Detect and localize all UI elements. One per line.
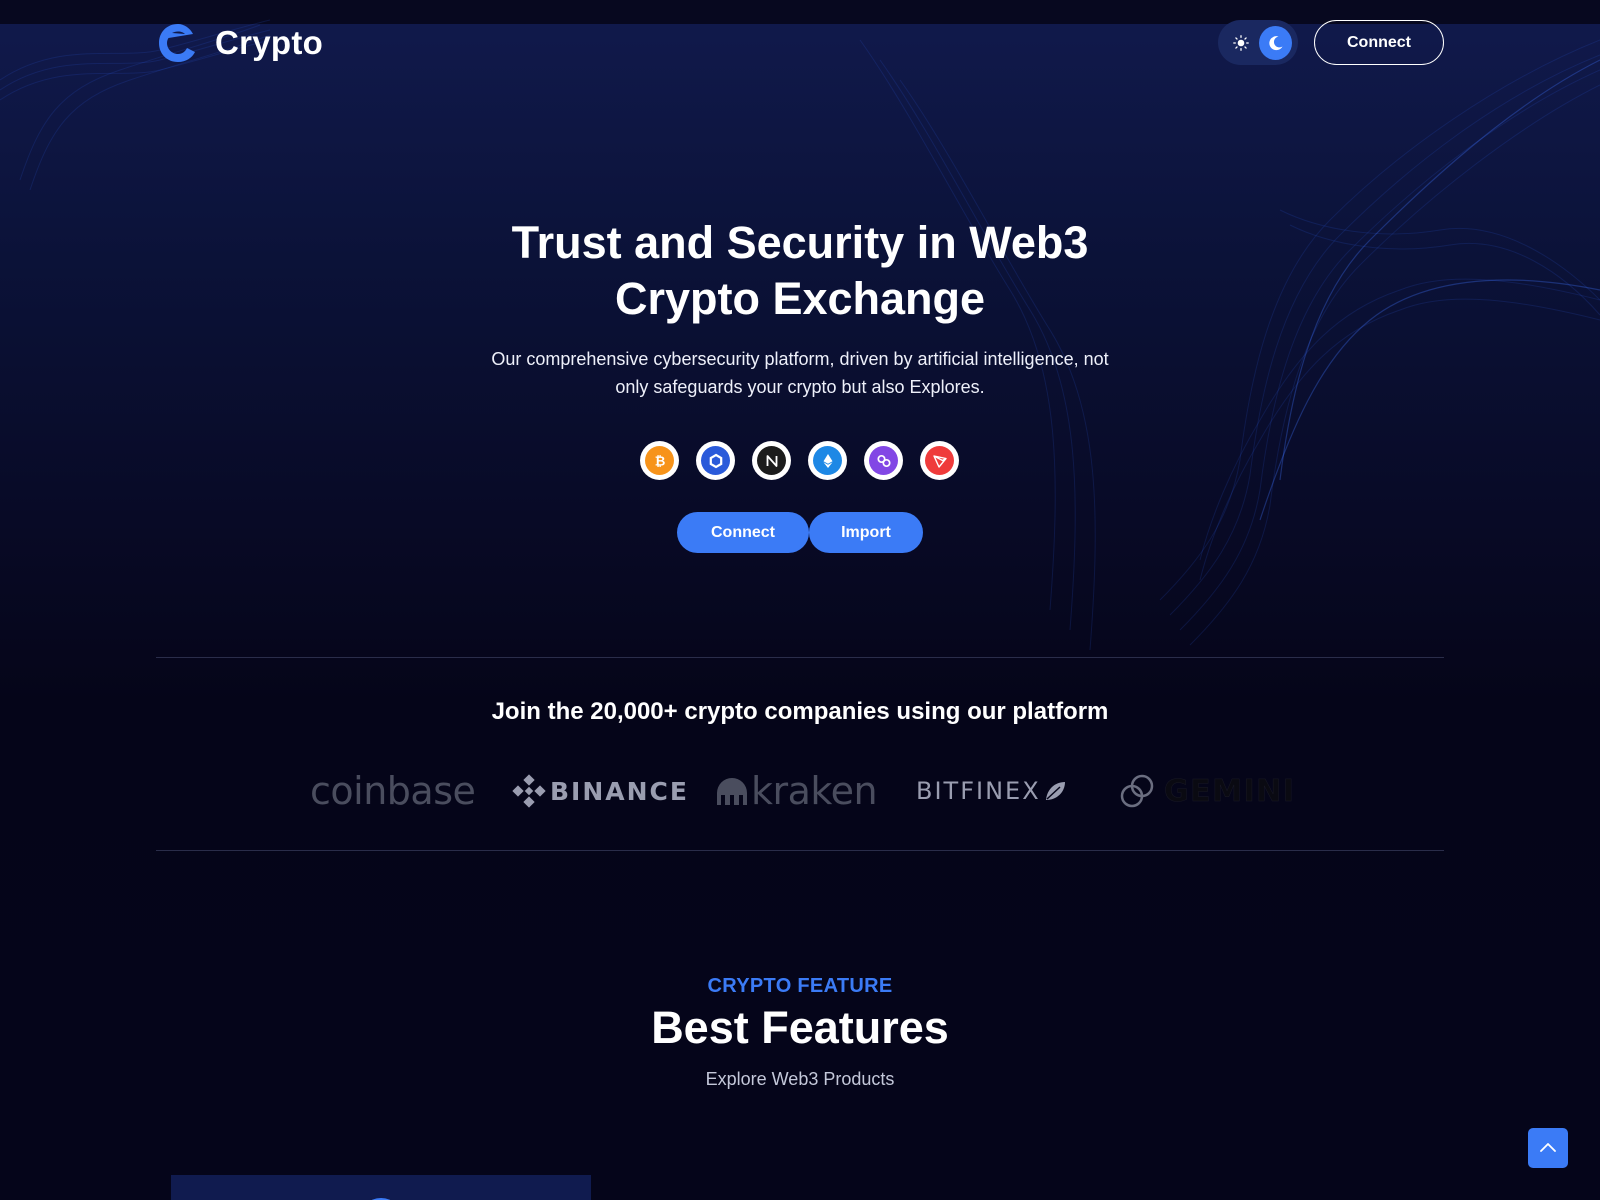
features-kicker: CRYPTO FEATURE	[707, 975, 893, 997]
moon-icon[interactable]	[1259, 25, 1292, 60]
hero-title-line-2: Crypto Exchange	[614, 273, 986, 324]
polygon-icon	[864, 441, 903, 480]
header-connect-button[interactable]: Connect	[1314, 20, 1444, 65]
kraken-wordmark: kraken	[751, 769, 878, 813]
binance-wordmark: BINANCE	[550, 776, 689, 806]
partner-logos: coinbase BINANCE kraken BITFINEX GEMINI	[310, 768, 1294, 814]
coinbase-logo: coinbase	[310, 768, 476, 814]
scroll-to-top-button[interactable]	[1528, 1128, 1568, 1168]
brand-logo[interactable]: Crypto	[155, 20, 323, 66]
hero-subtitle: Our comprehensive cybersecurity platform…	[480, 345, 1120, 401]
hero-actions: Connect Import	[677, 512, 923, 553]
binance-logo: BINANCE	[512, 768, 689, 814]
ethereum-icon	[808, 441, 847, 480]
section-divider-top	[156, 657, 1444, 658]
bitcoin-icon: ₿	[640, 441, 679, 480]
hero-title: Trust and Security in Web3 Crypto Exchan…	[400, 215, 1200, 327]
logo-icon	[159, 24, 195, 62]
bitfinex-logo: BITFINEX	[916, 768, 1067, 814]
hero-subtitle-line-2: only safeguards your crypto but also Exp…	[615, 377, 985, 397]
features-title: Best Features	[651, 1002, 949, 1053]
section-divider-bottom	[156, 850, 1444, 851]
gemini-logo: GEMINI	[1118, 768, 1295, 814]
partners-title: Join the 20,000+ crypto companies using …	[491, 698, 1109, 725]
hero-connect-button[interactable]: Connect	[677, 512, 809, 553]
gemini-icon	[1120, 774, 1154, 808]
chainlink-icon	[696, 441, 735, 480]
near-icon	[752, 441, 791, 480]
coinbase-wordmark: coinbase	[310, 769, 476, 813]
bitfinex-wordmark: BITFINEX	[916, 777, 1041, 805]
chevron-up-icon	[1540, 1143, 1556, 1152]
leaf-icon	[1045, 782, 1065, 800]
theme-toggle[interactable]	[1218, 20, 1298, 65]
hero-subtitle-line-1: Our comprehensive cybersecurity platform…	[491, 349, 1109, 369]
sun-icon[interactable]	[1224, 26, 1257, 60]
kraken-logo: kraken	[715, 768, 878, 814]
binance-icon	[512, 774, 546, 808]
brand-name: Crypto	[215, 24, 324, 61]
kraken-icon	[717, 778, 747, 805]
gemini-wordmark: GEMINI	[1164, 773, 1296, 809]
hero-title-line-1: Trust and Security in Web3	[511, 217, 1089, 268]
coin-list: ₿	[640, 441, 959, 480]
feature-card[interactable]	[171, 1175, 591, 1200]
tron-icon	[920, 441, 959, 480]
features-subtitle: Explore Web3 Products	[705, 1069, 895, 1089]
hero-import-button[interactable]: Import	[809, 512, 923, 553]
svg-text:₿: ₿	[654, 453, 665, 468]
page: Crypto Connect Trust and Security in Web…	[0, 0, 1600, 1200]
